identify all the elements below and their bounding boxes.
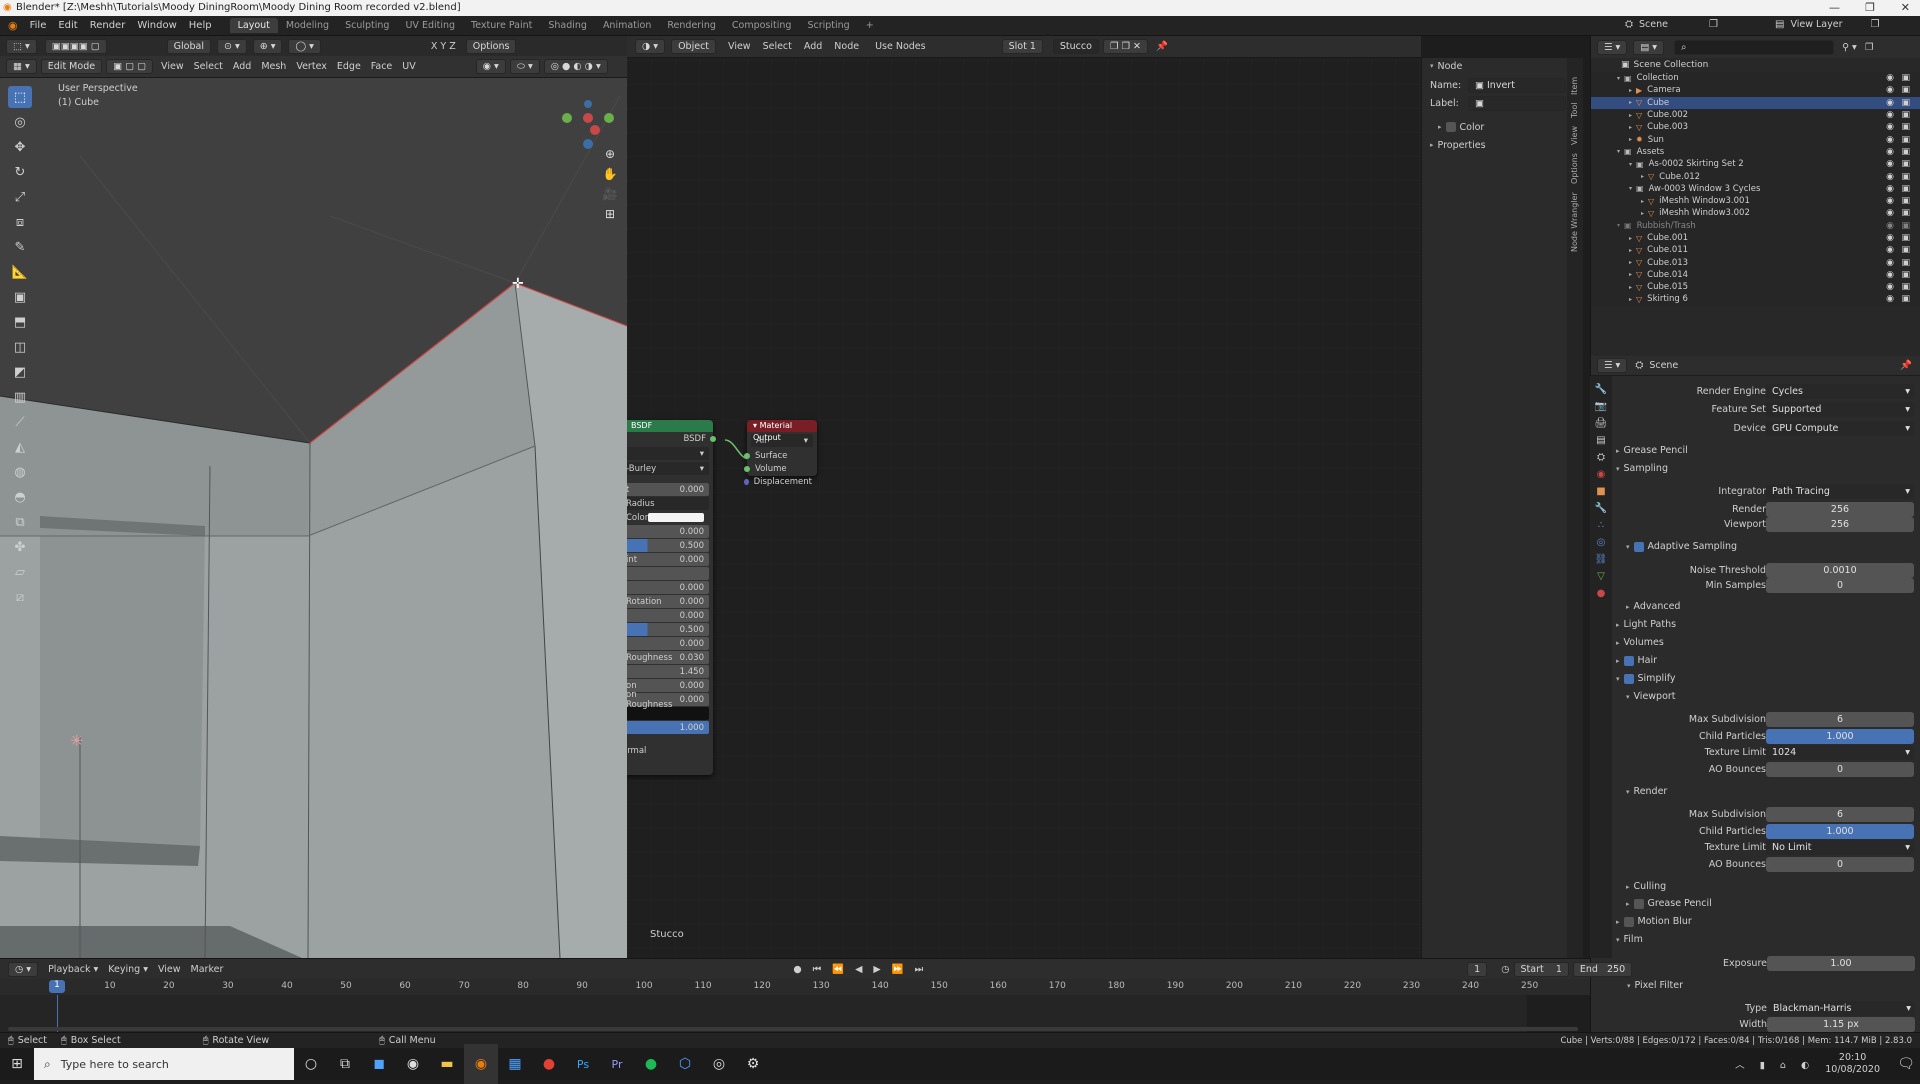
current-frame-field[interactable]: 1 — [1467, 961, 1488, 977]
mouse-drag-icon: 🖱 — [61, 1035, 67, 1046]
clock[interactable]: 20:10 10/08/2020 — [1825, 1052, 1880, 1076]
mouse-middle-icon: 🖱 — [202, 1035, 209, 1046]
timeline-tick-label: 30 — [222, 981, 234, 991]
calculator-icon[interactable]: ▦ — [498, 1044, 532, 1084]
end-frame-field[interactable]: End 250 — [1572, 961, 1633, 977]
status-box-select: Box Select — [70, 1035, 121, 1046]
spotify-icon[interactable]: ● — [634, 1044, 668, 1084]
timeline-tick-label: 80 — [517, 981, 529, 991]
film-properties: Exposure 1.00 ▾ Pixel Filter Type Blackman-… — [1590, 956, 1920, 1032]
app-4-icon[interactable]: ◎ — [702, 1044, 736, 1084]
timeline: ◷ ▾ Playback ▾ Keying ▾ View Marker ● ⏮ … — [0, 958, 1633, 1033]
timeline-tick-label: 110 — [694, 981, 712, 991]
timeline-menu-playback[interactable]: Playback ▾ — [48, 964, 98, 975]
timeline-type-button[interactable]: ◷ ▾ — [8, 961, 39, 977]
timeline-tick-label: 160 — [989, 981, 1007, 991]
timeline-tick-label: 250 — [1521, 981, 1539, 991]
timeline-tick-label: 210 — [1284, 981, 1303, 991]
search-icon: ⌕ — [44, 1056, 51, 1071]
cortana-icon[interactable]: ○ — [294, 1044, 328, 1084]
timeline-tick-label: 70 — [458, 981, 470, 991]
exposure-field[interactable]: 1.00 — [1767, 956, 1915, 971]
playback-controls[interactable]: ● ⏮ ⏪ ◀ ▶ ⏩ ⏭ — [793, 964, 927, 975]
timeline-tick-label: 120 — [753, 981, 771, 991]
timeline-tick-label: 40 — [281, 981, 293, 991]
timeline-tick-label: 20 — [163, 981, 175, 991]
timeline-ruler[interactable]: 10 20 30 40 50 60 70 80 90 100 110 120 130 140 150 160 1… — [0, 979, 1590, 995]
timeline-header: ◷ ▾ Playback ▾ Keying ▾ View Marker ● ⏮ … — [0, 959, 1633, 979]
timeline-tick-label: 100 — [635, 981, 653, 991]
system-tray-icons[interactable]: ︿ ▮ ⌂ ◐ — [1735, 1057, 1815, 1071]
app-1-icon[interactable]: ◼ — [362, 1044, 396, 1084]
timeline-tick-label: 190 — [1166, 981, 1184, 991]
timeline-menu-keying[interactable]: Keying ▾ — [108, 964, 148, 975]
notification-icon[interactable]: 🗨 — [1892, 1044, 1920, 1084]
status-rotate-view: Rotate View — [212, 1035, 270, 1046]
taskbar: ⊞ ⌕ Type here to search ○ ⧉ ◼ ◉ ▬ ◉ ▦ ● … — [0, 1044, 1920, 1084]
file-explorer-icon[interactable]: ▬ — [430, 1044, 464, 1084]
filter-type-dropdown[interactable]: Blackman-Harris ▾ — [1767, 1000, 1915, 1016]
scene-statistics: Cube | Verts:0/88 | Edges:0/172 | Faces:… — [1560, 1035, 1912, 1046]
playhead[interactable]: 1 — [49, 980, 65, 993]
task-view-icon[interactable]: ⧉ — [328, 1044, 362, 1084]
status-bar: 🖱 Select 🖱 Box Select 🖱 Rotate View 🖱 Ca… — [0, 1032, 1920, 1048]
timeline-tick-label: 140 — [871, 981, 889, 991]
timeline-tick-label: 240 — [1461, 981, 1480, 991]
timeline-menu-view[interactable]: View — [158, 964, 181, 975]
start-frame-field[interactable]: Start 1 — [1513, 961, 1569, 977]
photoshop-icon[interactable]: Ps — [566, 1044, 600, 1084]
timeline-tick-label: 10 — [104, 981, 116, 991]
timeline-tick-label: 50 — [340, 981, 352, 991]
timeline-tick-label: 130 — [812, 981, 830, 991]
app-2-icon[interactable]: ◉ — [396, 1044, 430, 1084]
pixel-filter-subpanel[interactable]: ▾ Pixel Filter — [1627, 980, 1683, 991]
timeline-tick-label: 170 — [1048, 981, 1066, 991]
timeline-tick-label: 220 — [1343, 981, 1362, 991]
timeline-tick-label: 60 — [399, 981, 411, 991]
timeline-tick-label: 180 — [1107, 981, 1125, 991]
timeline-tick-label: 230 — [1402, 981, 1421, 991]
preview-range-icon[interactable]: ◷ — [1501, 964, 1509, 975]
filter-width-field[interactable]: 1.15 px — [1767, 1016, 1915, 1032]
chrome-icon[interactable]: ● — [532, 1044, 566, 1084]
blender-taskbar-icon[interactable]: ◉ — [464, 1044, 498, 1084]
app-3-icon[interactable]: ⬡ — [668, 1044, 702, 1084]
timeline-menu-marker[interactable]: Marker — [191, 964, 224, 975]
timeline-tick-label: 90 — [576, 981, 588, 991]
app-5-icon[interactable]: ⚙ — [736, 1044, 770, 1084]
premiere-icon[interactable]: Pr — [600, 1044, 634, 1084]
taskbar-search[interactable]: ⌕ Type here to search — [34, 1048, 294, 1080]
timeline-tick-label: 150 — [930, 981, 948, 991]
timeline-tick-label: 200 — [1225, 981, 1243, 991]
timeline-scrollbar[interactable] — [8, 1027, 1578, 1031]
windows-start-icon[interactable]: ⊞ — [0, 1044, 34, 1084]
